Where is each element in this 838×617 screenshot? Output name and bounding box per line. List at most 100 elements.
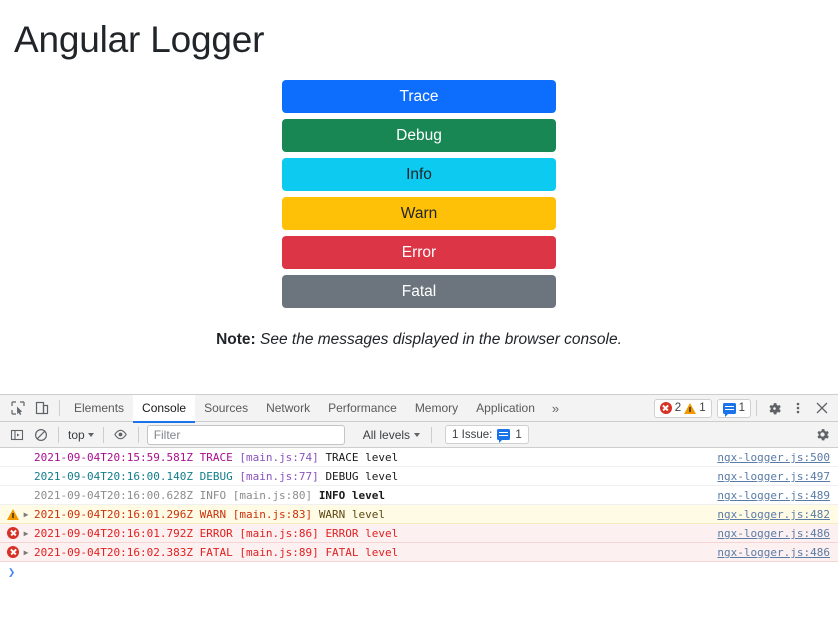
note-body: See the messages displayed in the browse…	[260, 331, 622, 348]
error-warning-counts[interactable]: 2 1	[653, 398, 712, 418]
log-level: DEBUG	[199, 469, 233, 483]
message-count-box[interactable]: 1	[716, 398, 751, 418]
source-link[interactable]: ngx-logger.js:486	[717, 546, 830, 559]
execution-context-select[interactable]: top	[64, 425, 98, 445]
log-levels-label: All levels	[362, 427, 411, 442]
tab-console[interactable]: Console	[133, 394, 196, 423]
devtools-tabbar: Elements Console Sources Network Perform…	[0, 394, 838, 423]
toolbar-divider-3	[137, 426, 139, 443]
gear-icon[interactable]	[762, 397, 786, 419]
toolbar-divider-1	[58, 426, 59, 443]
web-page-area: Angular Logger Trace Debug Info Warn Error Fa…	[0, 0, 838, 394]
log-message: DEBUG level	[325, 469, 399, 483]
chevron-down-icon-levels	[414, 432, 421, 437]
tab-memory[interactable]: Memory	[406, 395, 467, 422]
message-bubble-icon	[722, 402, 736, 417]
console-row[interactable]: 2021-09-04T20:16:00.140Z DEBUG [main.js:…	[0, 467, 838, 486]
console-message-list[interactable]: 2021-09-04T20:15:59.581Z TRACE [main.js:…	[0, 448, 838, 610]
log-timestamp: 2021-09-04T20:16:01.792Z	[34, 526, 193, 540]
tab-network[interactable]: Network	[257, 395, 319, 422]
note-label: Note:	[216, 331, 256, 348]
issues-message-icon	[497, 429, 511, 443]
log-button-trace[interactable]: Trace	[282, 80, 556, 113]
more-tabs-icon[interactable]: »	[544, 395, 567, 422]
source-link[interactable]: ngx-logger.js:497	[717, 470, 830, 483]
clear-console-icon[interactable]	[29, 424, 53, 446]
prompt-chevron-icon: ❯	[8, 564, 16, 579]
source-link[interactable]: ngx-logger.js:489	[717, 489, 830, 502]
close-icon[interactable]	[810, 397, 834, 419]
console-row[interactable]: ▶ 2021-09-04T20:16:01.296Z WARN [main.js:…	[0, 505, 838, 524]
error-circle-icon	[6, 546, 20, 558]
console-row[interactable]: ▶ 2021-09-04T20:16:01.792Z ERROR [main.js…	[0, 524, 838, 543]
log-button-error[interactable]: Error	[282, 236, 556, 269]
log-timestamp: 2021-09-04T20:16:02.383Z	[34, 545, 193, 559]
inspect-element-icon[interactable]	[6, 397, 30, 419]
error-count: 2	[674, 402, 682, 414]
log-level: FATAL	[199, 545, 233, 559]
source-link[interactable]: ngx-logger.js:482	[717, 508, 830, 521]
log-origin: [main.js:77]	[239, 469, 319, 483]
log-origin: [main.js:83]	[232, 507, 313, 521]
filter-input[interactable]	[146, 424, 345, 445]
warning-triangle-icon	[6, 508, 20, 520]
chevron-down-icon	[87, 432, 94, 437]
log-timestamp: 2021-09-04T20:16:00.140Z	[34, 469, 193, 483]
tabbar-divider	[59, 400, 60, 416]
issues-count: 1	[515, 428, 522, 441]
log-levels-select[interactable]: All levels	[357, 428, 426, 442]
log-message: FATAL level	[325, 545, 399, 559]
toolbar-divider-2	[102, 426, 104, 443]
console-toolbar: top All levels 1 Issue: 1	[0, 422, 838, 448]
toolbar-divider-4	[431, 426, 433, 443]
expand-arrow-icon[interactable]: ▶	[20, 529, 32, 538]
error-circle-icon	[659, 402, 672, 414]
devtools-panel: Elements Console Sources Network Perform…	[0, 394, 838, 617]
issues-label: 1 Issue:	[452, 428, 493, 441]
log-level: INFO	[199, 488, 227, 502]
warning-triangle-icon	[684, 402, 697, 414]
tab-performance[interactable]: Performance	[319, 395, 406, 422]
log-timestamp: 2021-09-04T20:16:01.296Z	[34, 507, 193, 521]
log-message: ERROR level	[325, 526, 399, 540]
page-title: Angular Logger	[14, 19, 265, 60]
source-link[interactable]: ngx-logger.js:500	[717, 451, 830, 464]
device-toolbar-icon[interactable]	[30, 397, 54, 419]
error-circle-icon	[6, 527, 20, 539]
log-origin: [main.js:89]	[239, 545, 319, 559]
console-settings-gear-icon[interactable]	[810, 424, 834, 446]
source-link[interactable]: ngx-logger.js:486	[717, 527, 830, 540]
kebab-menu-icon[interactable]	[786, 397, 810, 419]
tab-application[interactable]: Application	[467, 395, 544, 422]
log-message: INFO level	[318, 488, 386, 502]
console-prompt[interactable]: ❯	[0, 562, 838, 581]
log-message: WARN level	[318, 507, 386, 521]
log-origin: [main.js:86]	[239, 526, 319, 540]
log-button-info[interactable]: Info	[282, 158, 556, 191]
issues-badge[interactable]: 1 Issue: 1	[445, 425, 529, 444]
expand-arrow-icon[interactable]: ▶	[20, 548, 32, 557]
tab-elements[interactable]: Elements	[65, 395, 133, 422]
log-button-fatal[interactable]: Fatal	[282, 275, 556, 308]
message-count: 1	[738, 402, 745, 414]
console-sidebar-toggle-icon[interactable]	[5, 424, 29, 446]
log-origin: [main.js:80]	[232, 488, 313, 502]
log-message: TRACE level	[325, 450, 399, 464]
tab-sources[interactable]: Sources	[195, 395, 257, 422]
expand-arrow-icon[interactable]: ▶	[20, 510, 32, 519]
execution-context-label: top	[68, 427, 85, 442]
console-row[interactable]: 2021-09-04T20:15:59.581Z TRACE [main.js:…	[0, 448, 838, 467]
log-level-button-group: Trace Debug Info Warn Error Fatal	[282, 80, 556, 308]
warning-count: 1	[699, 402, 706, 414]
tabbar-divider-right	[756, 400, 757, 416]
log-timestamp: 2021-09-04T20:16:00.628Z	[34, 488, 193, 502]
live-expression-eye-icon[interactable]	[109, 424, 133, 446]
log-level: WARN	[199, 507, 227, 521]
log-level: ERROR	[199, 526, 233, 540]
console-row[interactable]: 2021-09-04T20:16:00.628Z INFO [main.js:8…	[0, 486, 838, 505]
log-button-debug[interactable]: Debug	[282, 119, 556, 152]
log-level: TRACE	[199, 450, 233, 464]
log-button-warn[interactable]: Warn	[282, 197, 556, 230]
log-timestamp: 2021-09-04T20:15:59.581Z	[34, 450, 193, 464]
console-row[interactable]: ▶ 2021-09-04T20:16:02.383Z FATAL [main.js…	[0, 543, 838, 562]
